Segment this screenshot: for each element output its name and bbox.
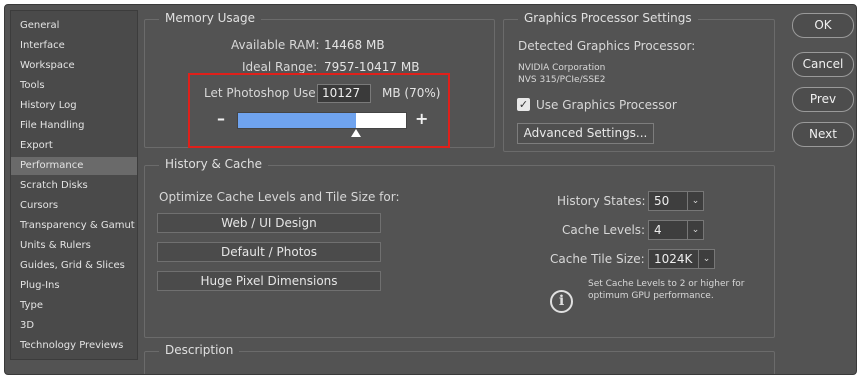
- history-states-value: 50: [654, 194, 670, 208]
- description-title: Description: [159, 343, 240, 357]
- sidebar-item-technology-previews[interactable]: Technology Previews: [11, 337, 137, 355]
- cache-tile-size-value: 1024K: [654, 252, 693, 266]
- let-photoshop-use-label: Let Photoshop Use:: [204, 86, 320, 100]
- optimize-cache-label: Optimize Cache Levels and Tile Size for:: [159, 190, 400, 204]
- history-states-select[interactable]: 50 ⌄: [648, 191, 704, 211]
- gpu-cache-note-line2: optimum GPU performance.: [588, 291, 714, 301]
- memory-usage-title: Memory Usage: [159, 11, 262, 25]
- prev-button[interactable]: Prev: [792, 87, 854, 112]
- sidebar-item-general[interactable]: General: [11, 17, 137, 35]
- sidebar-item-guides-grid-slices[interactable]: Guides, Grid & Slices: [11, 257, 137, 275]
- chevron-down-icon: ⌄: [687, 221, 703, 239]
- memory-slider[interactable]: [237, 112, 407, 129]
- ideal-range-label: Ideal Range:: [242, 60, 318, 74]
- memory-decrease-button[interactable]: –: [217, 109, 225, 128]
- web-ui-design-button[interactable]: Web / UI Design: [157, 213, 381, 233]
- gpu-model: NVS 315/PCIe/SSE2: [518, 75, 606, 85]
- sidebar-item-type[interactable]: Type: [11, 297, 137, 315]
- sidebar-item-units-rulers[interactable]: Units & Rulers: [11, 237, 137, 255]
- description-group: Description: [144, 343, 775, 374]
- huge-pixel-dimensions-button[interactable]: Huge Pixel Dimensions: [157, 271, 381, 291]
- sidebar-item-export[interactable]: Export: [11, 137, 137, 155]
- info-icon: i: [550, 290, 573, 313]
- cache-tile-size-select[interactable]: 1024K ⌄: [648, 249, 715, 269]
- sidebar-item-plug-ins[interactable]: Plug-Ins: [11, 277, 137, 295]
- sidebar-item-transparency-gamut[interactable]: Transparency & Gamut: [11, 217, 137, 235]
- cancel-button[interactable]: Cancel: [792, 52, 854, 77]
- sidebar-item-tools[interactable]: Tools: [11, 77, 137, 95]
- memory-unit-label: MB (70%): [382, 86, 441, 100]
- use-gpu-checkbox[interactable]: ✓: [517, 98, 530, 111]
- detected-gpu-label: Detected Graphics Processor:: [518, 39, 696, 53]
- use-gpu-label: Use Graphics Processor: [536, 98, 677, 112]
- gpu-vendor: NVIDIA Corporation: [518, 63, 606, 73]
- next-button[interactable]: Next: [792, 122, 854, 147]
- sidebar-item-file-handling[interactable]: File Handling: [11, 117, 137, 135]
- memory-slider-fill: [238, 113, 356, 128]
- available-ram-value: 14468 MB: [324, 38, 385, 52]
- cache-levels-label: Cache Levels:: [562, 223, 646, 237]
- chevron-down-icon: ⌄: [698, 250, 714, 268]
- preferences-sidebar: General Interface Workspace Tools Histor…: [10, 10, 138, 360]
- sidebar-item-scratch-disks[interactable]: Scratch Disks: [11, 177, 137, 195]
- gpu-cache-note-line1: Set Cache Levels to 2 or higher for: [588, 279, 745, 289]
- sidebar-item-cursors[interactable]: Cursors: [11, 197, 137, 215]
- ok-button[interactable]: OK: [792, 13, 854, 38]
- sidebar-item-history-log[interactable]: History Log: [11, 97, 137, 115]
- advanced-settings-button[interactable]: Advanced Settings...: [517, 123, 654, 144]
- preferences-dialog: General Interface Workspace Tools Histor…: [4, 4, 857, 375]
- memory-increase-button[interactable]: +: [415, 109, 428, 128]
- history-states-label: History States:: [557, 194, 646, 208]
- default-photos-button[interactable]: Default / Photos: [157, 242, 381, 262]
- history-cache-title: History & Cache: [159, 157, 268, 171]
- sidebar-item-workspace[interactable]: Workspace: [11, 57, 137, 75]
- memory-amount-input[interactable]: 10127: [317, 84, 371, 103]
- memory-slider-handle[interactable]: [351, 129, 361, 137]
- chevron-down-icon: ⌄: [687, 192, 703, 210]
- cache-levels-value: 4: [654, 223, 662, 237]
- cache-tile-size-label: Cache Tile Size:: [550, 252, 645, 266]
- gpu-settings-title: Graphics Processor Settings: [518, 11, 698, 25]
- cache-levels-select[interactable]: 4 ⌄: [648, 220, 704, 240]
- sidebar-item-interface[interactable]: Interface: [11, 37, 137, 55]
- sidebar-item-performance[interactable]: Performance: [11, 157, 137, 175]
- available-ram-label: Available RAM:: [231, 38, 320, 52]
- ideal-range-value: 7957-10417 MB: [324, 60, 420, 74]
- sidebar-item-3d[interactable]: 3D: [11, 317, 137, 335]
